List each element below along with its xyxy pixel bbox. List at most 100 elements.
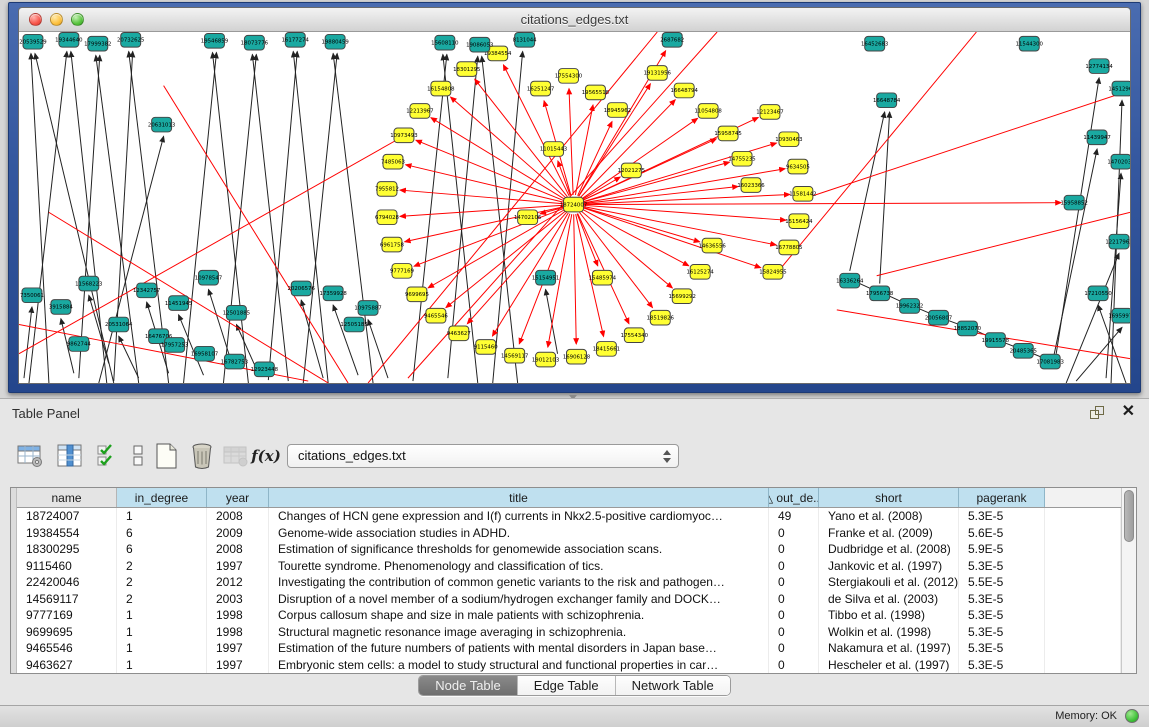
cell-name[interactable]: 9699695 (17, 624, 117, 641)
cell-pagerank[interactable]: 5.5E-5 (959, 574, 1045, 591)
citation-network-graph[interactable]: 1938455418301295161548081221396710973493… (19, 32, 1130, 383)
cell-title[interactable]: Investigating the contribution of common… (269, 574, 769, 591)
column-header-pagerank[interactable]: pagerank (959, 488, 1045, 507)
cell-out_degree[interactable]: 0 (769, 657, 819, 674)
cell-out_degree[interactable]: 0 (769, 624, 819, 641)
cell-in_degree[interactable]: 1 (117, 508, 207, 525)
cell-out_degree[interactable]: 0 (769, 640, 819, 657)
cell-short[interactable]: Franke et al. (2009) (819, 525, 959, 542)
table-row[interactable]: 946554611997Estimation of the future num… (17, 640, 1121, 657)
cell-short[interactable]: Hescheler et al. (1997) (819, 657, 959, 674)
cell-short[interactable]: Yano et al. (2008) (819, 508, 959, 525)
close-panel-icon[interactable]: ✕ (1122, 403, 1135, 421)
tab-node-table[interactable]: Node Table (419, 676, 518, 695)
cell-short[interactable]: Stergiakouli et al. (2012) (819, 574, 959, 591)
cell-out_degree[interactable]: 0 (769, 525, 819, 542)
tab-edge-table[interactable]: Edge Table (518, 676, 616, 695)
cell-year[interactable]: 2008 (207, 508, 269, 525)
table-row[interactable]: 1938455462009Genome-wide association stu… (17, 525, 1121, 542)
cell-title[interactable]: Structural magnetic resonance image aver… (269, 624, 769, 641)
unselect-all-icon[interactable] (124, 441, 152, 471)
cell-name[interactable]: 9777169 (17, 607, 117, 624)
scrollbar-thumb[interactable] (1124, 490, 1134, 542)
table-row[interactable]: 1872400712008Changes of HCN gene express… (17, 508, 1121, 525)
cell-name[interactable]: 9463627 (17, 657, 117, 674)
cell-title[interactable]: Disruption of a novel member of a sodium… (269, 591, 769, 608)
cell-pagerank[interactable]: 5.3E-5 (959, 640, 1045, 657)
table-selector-dropdown[interactable]: citations_edges.txt (287, 444, 679, 468)
cell-name[interactable]: 22420046 (17, 574, 117, 591)
cell-in_degree[interactable]: 2 (117, 574, 207, 591)
cell-title[interactable]: Genome-wide association studies in ADHD. (269, 525, 769, 542)
cell-title[interactable]: Changes of HCN gene expression and I(f) … (269, 508, 769, 525)
float-panel-icon[interactable] (1090, 406, 1105, 421)
tab-network-table[interactable]: Network Table (616, 676, 730, 695)
cell-name[interactable]: 19384554 (17, 525, 117, 542)
cell-in_degree[interactable]: 6 (117, 525, 207, 542)
table-row[interactable]: 946362711997Embryonic stem cells: a mode… (17, 657, 1121, 674)
delete-column-icon[interactable] (188, 441, 216, 471)
column-header-year[interactable]: year (207, 488, 269, 507)
cell-out_degree[interactable]: 0 (769, 607, 819, 624)
cell-in_degree[interactable]: 1 (117, 624, 207, 641)
select-all-icon[interactable] (94, 441, 122, 471)
cell-pagerank[interactable]: 5.3E-5 (959, 508, 1045, 525)
table-row[interactable]: 1456911722003Disruption of a novel membe… (17, 591, 1121, 608)
column-header-name[interactable]: name (17, 488, 117, 507)
column-header-short[interactable]: short (819, 488, 959, 507)
column-header-out_degree[interactable]: △ out_de... (769, 488, 819, 507)
table-row[interactable]: 2242004622012Investigating the contribut… (17, 574, 1121, 591)
column-header-title[interactable]: title (269, 488, 769, 507)
network-canvas[interactable]: 1938455418301295161548081221396710973493… (19, 32, 1130, 383)
network-window-titlebar[interactable]: citations_edges.txt (19, 8, 1130, 32)
cell-out_degree[interactable]: 0 (769, 558, 819, 575)
cell-year[interactable]: 2003 (207, 591, 269, 608)
table-row[interactable]: 1830029562008Estimation of significance … (17, 541, 1121, 558)
cell-short[interactable]: Dudbridge et al. (2008) (819, 541, 959, 558)
cell-out_degree[interactable]: 0 (769, 591, 819, 608)
cell-title[interactable]: Embryonic stem cells: a model to study s… (269, 657, 769, 674)
table-row[interactable]: 977716911998Corpus callosum shape and si… (17, 607, 1121, 624)
table-vertical-scrollbar[interactable] (1121, 488, 1136, 673)
cell-name[interactable]: 18724007 (17, 508, 117, 525)
cell-pagerank[interactable]: 5.3E-5 (959, 558, 1045, 575)
cell-in_degree[interactable]: 1 (117, 607, 207, 624)
cell-out_degree[interactable]: 49 (769, 508, 819, 525)
cell-in_degree[interactable]: 1 (117, 657, 207, 674)
cell-year[interactable]: 1997 (207, 558, 269, 575)
cell-pagerank[interactable]: 5.3E-5 (959, 657, 1045, 674)
cell-title[interactable]: Corpus callosum shape and size in male p… (269, 607, 769, 624)
create-column-icon[interactable] (152, 441, 180, 471)
cell-name[interactable]: 18300295 (17, 541, 117, 558)
cell-title[interactable]: Tourette syndrome. Phenomenology and cla… (269, 558, 769, 575)
cell-name[interactable]: 14569117 (17, 591, 117, 608)
table-row[interactable]: 911546021997Tourette syndrome. Phenomeno… (17, 558, 1121, 575)
cell-pagerank[interactable]: 5.3E-5 (959, 591, 1045, 608)
cell-name[interactable]: 9115460 (17, 558, 117, 575)
cell-in_degree[interactable]: 1 (117, 640, 207, 657)
cell-year[interactable]: 1997 (207, 640, 269, 657)
cell-year[interactable]: 2009 (207, 525, 269, 542)
cell-short[interactable]: Nakamura et al. (1997) (819, 640, 959, 657)
cell-short[interactable]: Tibbo et al. (1998) (819, 607, 959, 624)
show-columns-icon[interactable] (56, 441, 84, 471)
cell-title[interactable]: Estimation of significance thresholds fo… (269, 541, 769, 558)
cell-out_degree[interactable]: 0 (769, 541, 819, 558)
cell-year[interactable]: 2012 (207, 574, 269, 591)
cell-title[interactable]: Estimation of the future numbers of pati… (269, 640, 769, 657)
column-header-in_degree[interactable]: in_degree (117, 488, 207, 507)
cell-year[interactable]: 1998 (207, 624, 269, 641)
cell-in_degree[interactable]: 6 (117, 541, 207, 558)
table-mode-icon[interactable] (16, 441, 44, 471)
function-builder-icon[interactable]: f(x) (252, 441, 280, 471)
table-row[interactable]: 969969511998Structural magnetic resonanc… (17, 624, 1121, 641)
cell-short[interactable]: de Silva et al. (2003) (819, 591, 959, 608)
cell-pagerank[interactable]: 5.3E-5 (959, 624, 1045, 641)
cell-pagerank[interactable]: 5.3E-5 (959, 607, 1045, 624)
cell-name[interactable]: 9465546 (17, 640, 117, 657)
cell-year[interactable]: 1997 (207, 657, 269, 674)
cell-pagerank[interactable]: 5.6E-5 (959, 525, 1045, 542)
cell-year[interactable]: 2008 (207, 541, 269, 558)
cell-pagerank[interactable]: 5.9E-5 (959, 541, 1045, 558)
cell-in_degree[interactable]: 2 (117, 591, 207, 608)
